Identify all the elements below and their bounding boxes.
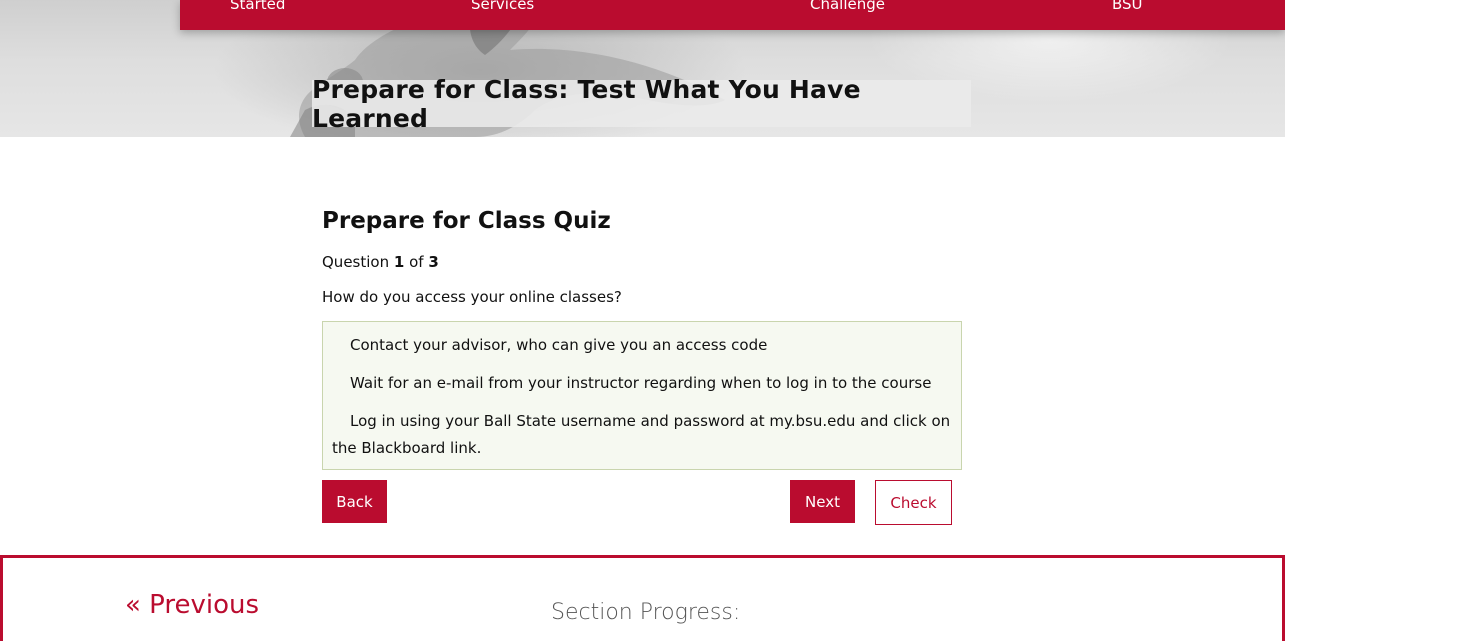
check-button[interactable]: Check bbox=[875, 480, 952, 525]
top-navigation: Started Services Challenge BSU bbox=[180, 0, 1285, 30]
question-counter: Question 1 of 3 bbox=[322, 253, 439, 271]
answer-list: Contact your advisor, who can give you a… bbox=[322, 321, 962, 470]
answer-option-3[interactable]: Log in using your Ball State username an… bbox=[332, 408, 952, 462]
section-progress-label: Section Progress: bbox=[551, 600, 741, 625]
page-title: Prepare for Class: Test What You Have Le… bbox=[312, 74, 861, 133]
question-total: 3 bbox=[428, 253, 439, 271]
question-counter-of: of bbox=[409, 253, 424, 271]
next-button[interactable]: Next bbox=[790, 480, 855, 523]
question-counter-prefix: Question bbox=[322, 253, 390, 271]
quiz-title: Prepare for Class Quiz bbox=[322, 208, 611, 234]
question-text: How do you access your online classes? bbox=[322, 288, 622, 306]
answer-option-2[interactable]: Wait for an e-mail from your instructor … bbox=[332, 370, 952, 397]
nav-item-services[interactable]: Services bbox=[471, 0, 534, 13]
previous-link[interactable]: « Previous bbox=[125, 590, 259, 620]
hero-banner: Started Services Challenge BSU Prepare f… bbox=[0, 0, 1285, 137]
nav-item-challenge[interactable]: Challenge bbox=[810, 0, 885, 13]
nav-item-bsu[interactable]: BSU bbox=[1112, 0, 1143, 13]
nav-item-started[interactable]: Started bbox=[230, 0, 285, 13]
answer-option-1[interactable]: Contact your advisor, who can give you a… bbox=[332, 332, 952, 359]
back-button[interactable]: Back bbox=[322, 480, 387, 523]
question-current: 1 bbox=[393, 253, 405, 271]
hero-title-box: Prepare for Class: Test What You Have Le… bbox=[312, 75, 971, 133]
lesson-navigation-box: « Previous Section Progress: bbox=[0, 555, 1285, 641]
